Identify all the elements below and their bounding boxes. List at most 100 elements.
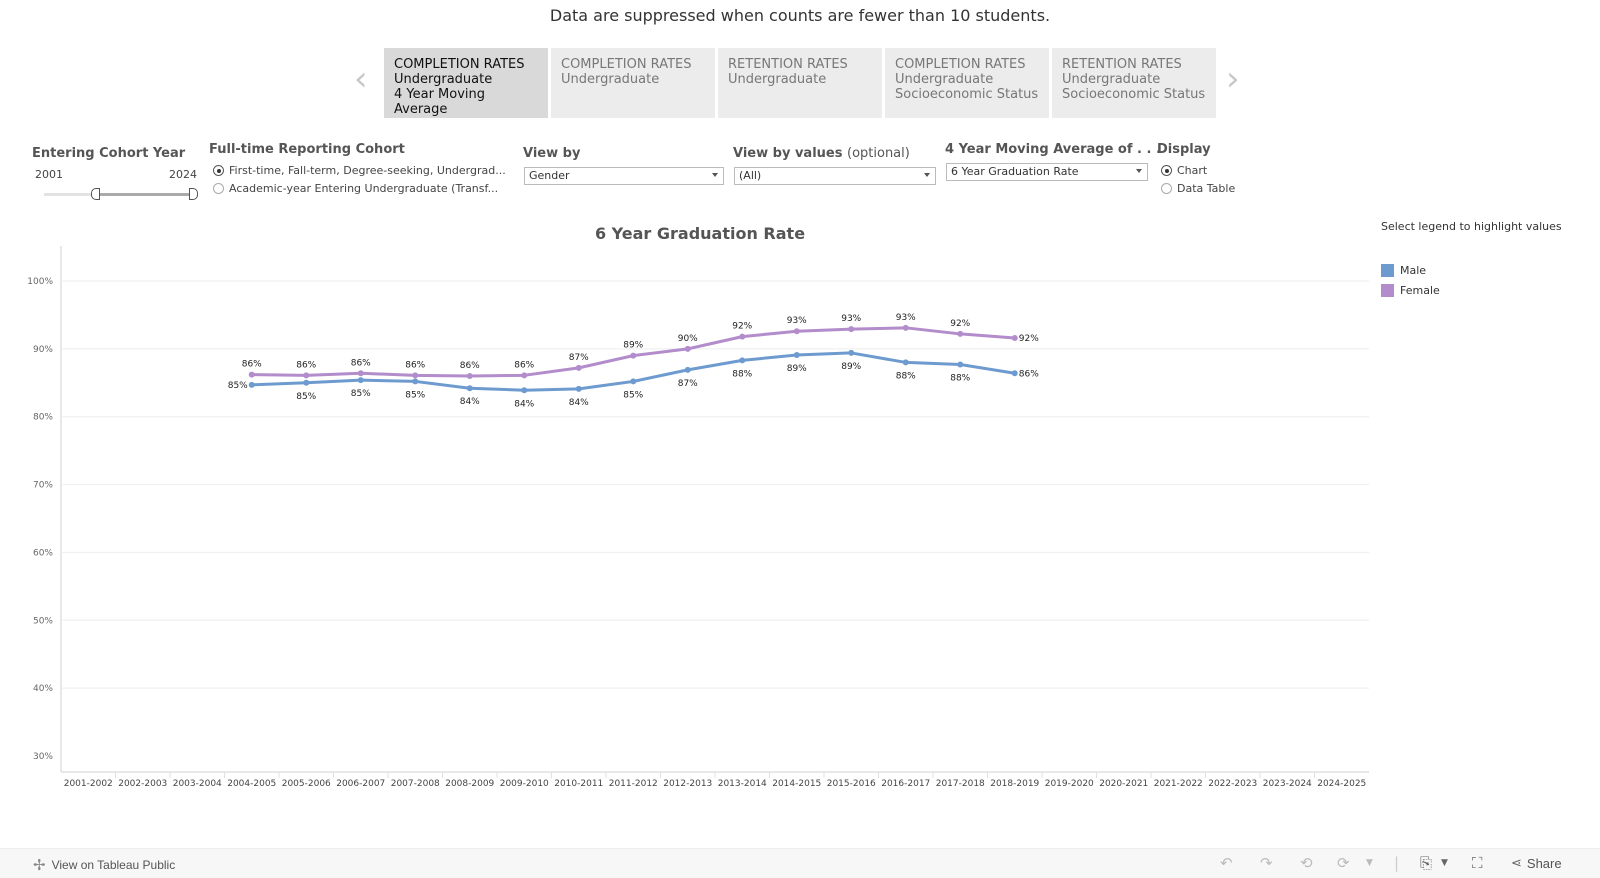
data-point-female: [793, 328, 800, 335]
data-point-male: [466, 385, 473, 392]
tab-4[interactable]: RETENTION RATES Undergraduate Socioeconomi…: [1052, 48, 1216, 118]
revert-icon[interactable]: ⟲: [1300, 854, 1313, 872]
data-label-female: 86%: [351, 358, 371, 368]
footer-toolbar: ✢ View on Tableau Public ↶ ↷ ⟲ ⟳ ▼ | ⎘ ▼…: [0, 848, 1600, 878]
view-by-dropdown[interactable]: Gender: [524, 167, 724, 185]
tab-label-line: Undergraduate: [895, 72, 994, 87]
data-point-female: [248, 371, 255, 378]
data-label-male: 84%: [514, 399, 534, 409]
display-option-chart[interactable]: Chart: [1161, 164, 1207, 177]
data-point-female: [902, 324, 909, 331]
data-point-male: [575, 385, 582, 392]
moving-average-dropdown[interactable]: 6 Year Graduation Rate: [946, 163, 1148, 181]
tab-label-line: RETENTION RATES: [1062, 57, 1182, 72]
data-point-male: [684, 366, 691, 373]
data-label-female: 93%: [841, 314, 861, 324]
refresh-dropdown-icon[interactable]: ▼: [1366, 858, 1373, 868]
view-on-tableau-link[interactable]: ✢ View on Tableau Public: [33, 856, 175, 874]
data-label-female: 89%: [623, 341, 643, 351]
x-tick-label: 2002-2003: [118, 779, 167, 789]
data-point-female: [1011, 335, 1018, 341]
tab-1[interactable]: COMPLETION RATES Undergraduate: [551, 48, 715, 118]
tab-3[interactable]: COMPLETION RATES Undergraduate Socioeconom…: [885, 48, 1049, 118]
chevron-right-icon[interactable]: ›: [1226, 62, 1240, 96]
tab-label-line: Average: [394, 102, 448, 117]
data-point-female: [957, 330, 964, 337]
y-tick-label: 70%: [33, 481, 53, 491]
line-chart: 30% 40% 50% 60% 70% 80% 90% 100% 2001-2002 2002-2…: [27, 246, 1369, 789]
data-label-female: 86%: [460, 361, 480, 371]
data-point-male: [957, 361, 964, 368]
y-tick-label: 40%: [33, 684, 53, 694]
x-tick-label: 2003-2004: [173, 779, 222, 789]
data-point-female: [521, 372, 528, 379]
x-tick-label: 2010-2011: [554, 779, 603, 789]
tab-label-line: Socioeconomic Status: [895, 87, 1039, 102]
data-point-male: [521, 387, 528, 394]
data-label-female: 86%: [405, 360, 425, 370]
cohort-year-slider-end-handle[interactable]: [189, 188, 198, 200]
redo-icon[interactable]: ↷: [1260, 854, 1273, 872]
download-icon[interactable]: ⎘: [1420, 854, 1432, 872]
reporting-cohort-option-first-time[interactable]: First-time, Fall-term, Degree-seeking, U…: [213, 164, 506, 177]
view-by-values-label-text: View by values: [733, 146, 843, 161]
x-tick-label: 2016-2017: [881, 779, 930, 789]
data-label-female: 92%: [950, 319, 970, 329]
x-tick-label: 2019-2020: [1045, 779, 1094, 789]
data-label-female: 92%: [1019, 334, 1039, 344]
legend-label: Male: [1400, 264, 1427, 277]
fullscreen-icon[interactable]: ⛶: [1472, 854, 1483, 872]
x-tick-label: 2023-2024: [1263, 779, 1312, 789]
data-label-male: 85%: [405, 390, 425, 400]
data-point-female: [303, 372, 310, 379]
display-option-data-table[interactable]: Data Table: [1161, 182, 1235, 195]
cohort-year-max: 2024: [169, 168, 197, 181]
tab-label-line: Undergraduate: [561, 72, 660, 87]
chevron-left-icon[interactable]: ‹: [354, 62, 368, 96]
data-label-male: 89%: [787, 364, 807, 374]
view-by-values-value: (All): [739, 169, 762, 182]
data-label-male: 85%: [296, 392, 316, 402]
download-dropdown-icon[interactable]: ▼: [1441, 858, 1448, 868]
x-tick-label: 2011-2012: [609, 779, 658, 789]
data-point-male: [412, 378, 419, 385]
x-tick-label: 2024-2025: [1317, 779, 1366, 789]
data-point-male: [739, 357, 746, 364]
dropdown-caret-icon: [712, 173, 718, 177]
undo-icon[interactable]: ↶: [1220, 854, 1233, 872]
tab-label-line: Undergraduate: [728, 72, 827, 87]
data-point-female: [684, 345, 691, 352]
data-label-male: 85%: [623, 390, 643, 400]
cohort-year-slider-start-handle[interactable]: [91, 188, 100, 200]
view-by-values-dropdown[interactable]: (All): [734, 167, 936, 185]
display-label: Display: [1157, 142, 1211, 157]
data-label-male: 88%: [950, 373, 970, 383]
share-button[interactable]: ⋖ Share: [1511, 855, 1562, 871]
tab-label-line: COMPLETION RATES: [394, 57, 525, 72]
tab-label-line: COMPLETION RATES: [561, 57, 692, 72]
y-tick-label: 50%: [33, 616, 53, 626]
data-point-female: [630, 352, 637, 359]
tab-2[interactable]: RETENTION RATES Undergraduate: [718, 48, 882, 118]
y-tick-label: 100%: [27, 277, 53, 287]
series-line-female: [251, 326, 1015, 378]
tab-0[interactable]: COMPLETION RATES Undergraduate 4 Year Movi…: [384, 48, 548, 118]
option-label: Academic-year Entering Undergraduate (Tr…: [229, 182, 499, 195]
data-label-male: 84%: [460, 397, 480, 407]
data-point-male: [630, 378, 637, 385]
data-point-male: [357, 377, 364, 384]
data-label-male: 85%: [351, 389, 371, 399]
y-tick-label: 80%: [33, 413, 53, 423]
data-label-female: 92%: [732, 322, 752, 332]
tab-label-line: COMPLETION RATES: [895, 57, 1026, 72]
option-label: First-time, Fall-term, Degree-seeking, U…: [229, 164, 506, 177]
reporting-cohort-option-academic-year[interactable]: Academic-year Entering Undergraduate (Tr…: [213, 182, 498, 195]
refresh-icon[interactable]: ⟳: [1337, 854, 1350, 872]
view-by-label: View by: [523, 146, 581, 161]
view-by-value: Gender: [529, 169, 570, 182]
cohort-year-slider-range: [95, 193, 193, 196]
legend-title: Select legend to highlight values: [1381, 220, 1562, 233]
view-by-values-label: View by values (optional): [733, 146, 910, 161]
view-by-values-label-suffix: (optional): [847, 146, 910, 161]
radio-selected-icon: [213, 165, 224, 176]
